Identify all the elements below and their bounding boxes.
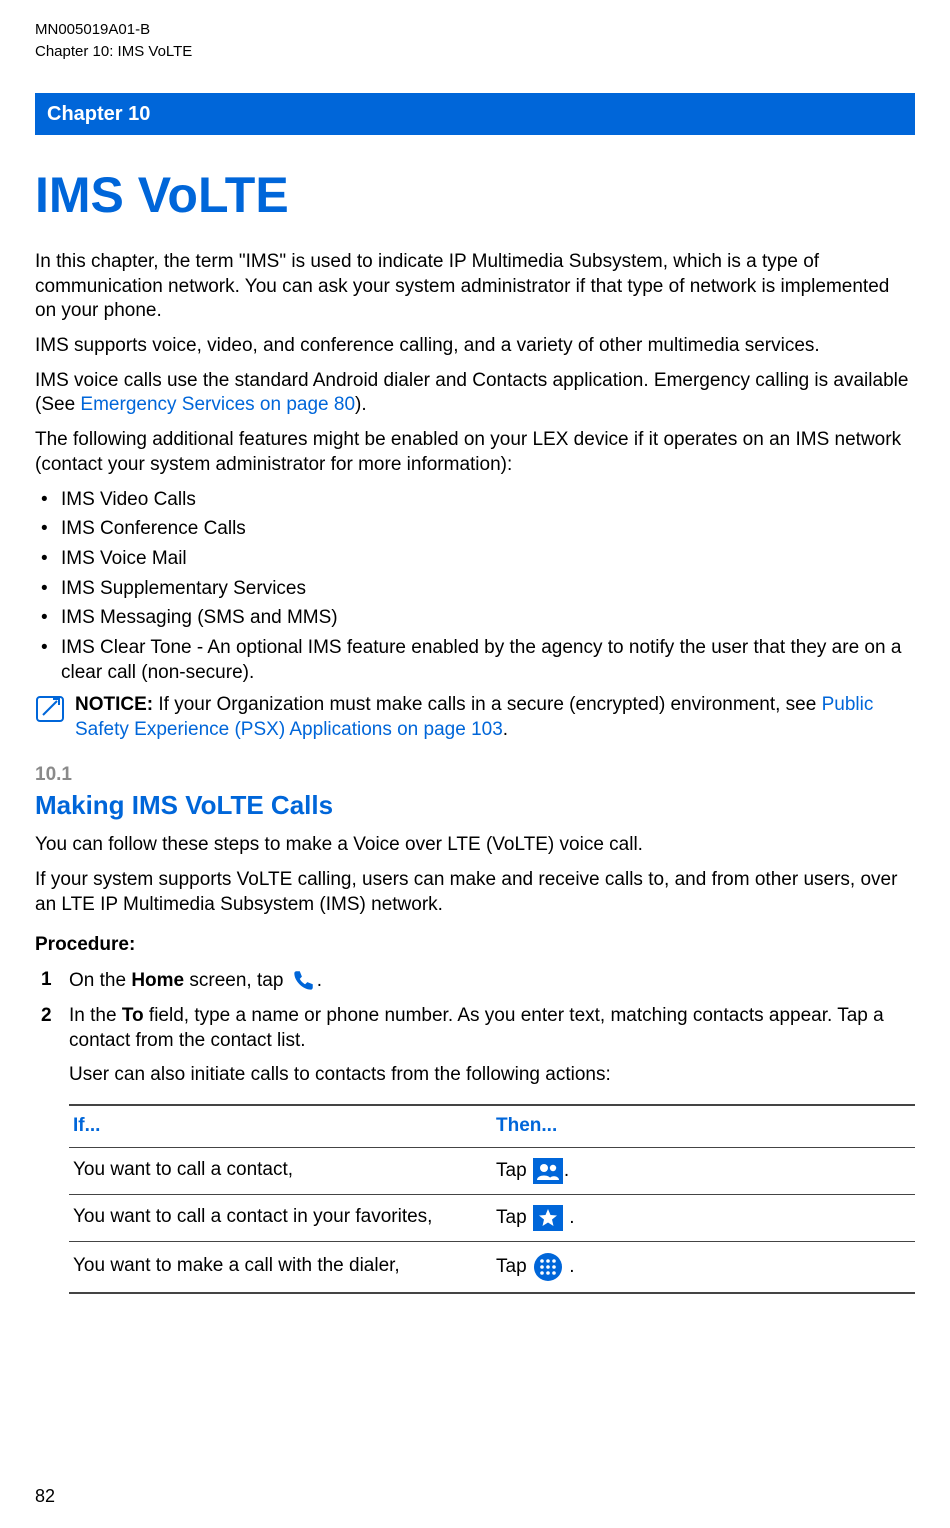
feature-list: IMS Video Calls IMS Conference Calls IMS… <box>35 488 915 686</box>
section-paragraph: If your system supports VoLTE calling, u… <box>35 868 915 917</box>
notice-icon <box>35 695 65 723</box>
table-cell-then: Tap . <box>492 1147 915 1194</box>
table-cell-if: You want to call a contact in your favor… <box>69 1194 492 1241</box>
doc-id: MN005019A01-B <box>35 20 915 40</box>
chapter-bar: Chapter 10 <box>35 93 915 135</box>
list-item: IMS Voice Mail <box>35 547 915 572</box>
section-paragraph: You can follow these steps to make a Voi… <box>35 833 915 858</box>
text: On the <box>69 970 131 991</box>
phone-icon <box>290 968 316 994</box>
table-cell-then: Tap <box>492 1241 915 1293</box>
text: If your Organization must make calls in … <box>153 694 821 715</box>
text: Tap <box>496 1207 532 1228</box>
table-row: You want to make a call with the dialer,… <box>69 1241 915 1293</box>
table-row: You want to call a contact in your favor… <box>69 1194 915 1241</box>
text: User can also initiate calls to contacts… <box>69 1063 915 1088</box>
text: ). <box>355 394 367 415</box>
text: Tap <box>496 1256 532 1277</box>
list-item: IMS Video Calls <box>35 488 915 513</box>
text: Tap <box>496 1160 532 1181</box>
procedure-step: On the Home screen, tap . <box>35 968 915 994</box>
table-row: You want to call a contact, Tap <box>69 1147 915 1194</box>
text: In the <box>69 1005 122 1026</box>
chapter-title: IMS VoLTE <box>35 163 915 228</box>
intro-paragraph: IMS supports voice, video, and conferenc… <box>35 334 915 359</box>
if-then-table: If... Then... You want to call a contact… <box>69 1104 915 1294</box>
list-item: IMS Supplementary Services <box>35 577 915 602</box>
intro-paragraph: In this chapter, the term "IMS" is used … <box>35 250 915 324</box>
document-page: MN005019A01-B Chapter 10: IMS VoLTE Chap… <box>0 0 950 1528</box>
list-item: IMS Clear Tone - An optional IMS feature… <box>35 636 915 685</box>
text: . <box>317 970 322 991</box>
procedure-list: On the Home screen, tap . In the To fiel… <box>35 968 915 1294</box>
list-item: IMS Messaging (SMS and MMS) <box>35 606 915 631</box>
table-cell-then: Tap . <box>492 1194 915 1241</box>
page-number: 82 <box>35 1485 55 1508</box>
procedure-step: In the To field, type a name or phone nu… <box>35 1004 915 1294</box>
contacts-icon <box>533 1158 563 1184</box>
notice-block: NOTICE: If your Organization must make c… <box>35 693 915 742</box>
breadcrumb: Chapter 10: IMS VoLTE <box>35 42 915 62</box>
table-cell-if: You want to make a call with the dialer, <box>69 1241 492 1293</box>
list-item: IMS Conference Calls <box>35 517 915 542</box>
text: screen, tap <box>184 970 289 991</box>
text: . <box>564 1160 569 1181</box>
star-icon <box>533 1205 563 1231</box>
text-bold: Home <box>131 970 184 991</box>
text: . <box>564 1256 575 1277</box>
text: . <box>564 1207 575 1228</box>
text: field, type a name or phone number. As y… <box>69 1005 884 1051</box>
table-header-then: Then... <box>492 1105 915 1147</box>
table-header-if: If... <box>69 1105 492 1147</box>
section-title: Making IMS VoLTE Calls <box>35 789 915 823</box>
intro-paragraph: The following additional features might … <box>35 428 915 477</box>
table-cell-if: You want to call a contact, <box>69 1147 492 1194</box>
dialpad-icon <box>533 1252 563 1282</box>
notice-text: NOTICE: If your Organization must make c… <box>75 693 915 742</box>
text-bold: To <box>122 1005 144 1026</box>
procedure-label: Procedure: <box>35 933 915 958</box>
intro-paragraph: IMS voice calls use the standard Android… <box>35 369 915 418</box>
notice-label: NOTICE: <box>75 694 153 715</box>
link-emergency-services[interactable]: Emergency Services on page 80 <box>80 394 355 415</box>
text: . <box>503 719 508 740</box>
section-number: 10.1 <box>35 763 915 788</box>
